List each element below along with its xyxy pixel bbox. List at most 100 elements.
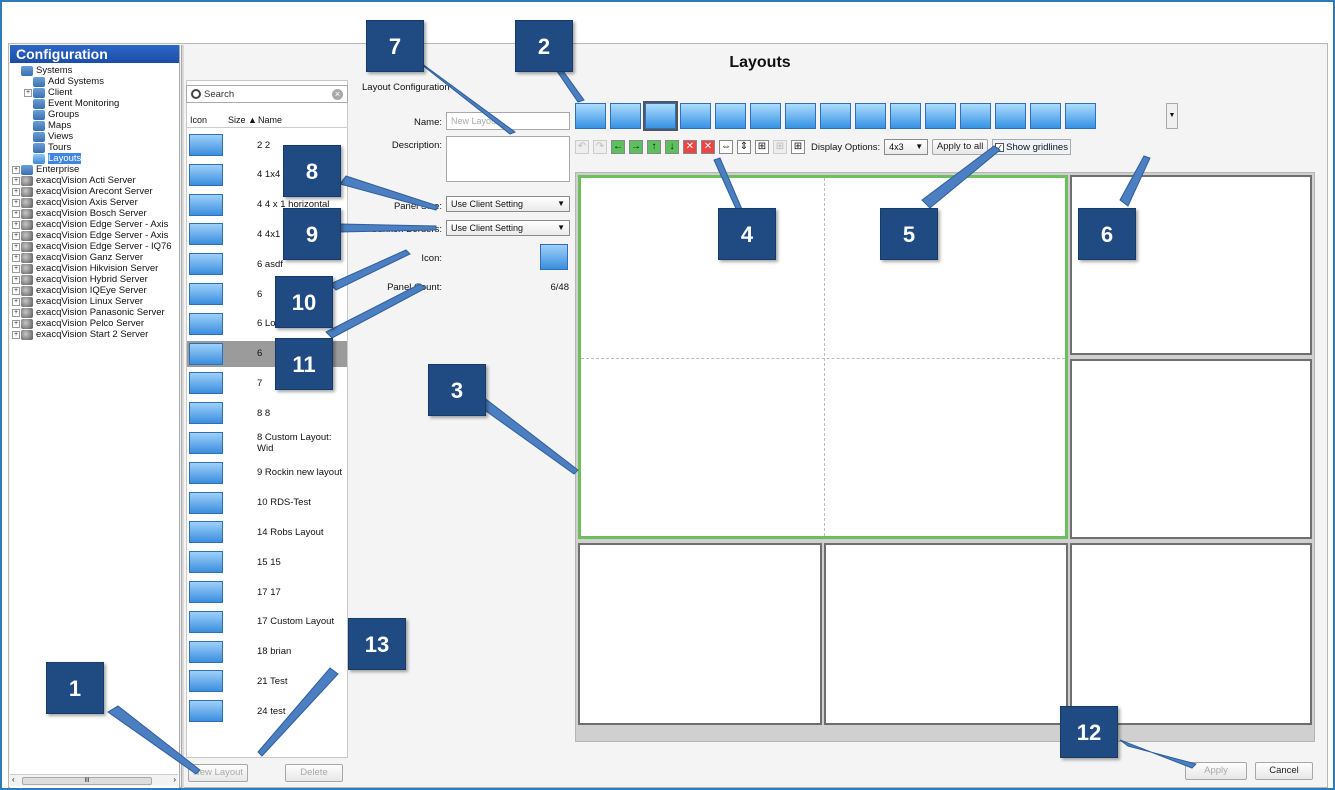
expand-icon[interactable]: + (12, 330, 20, 339)
layout-template-icon[interactable] (785, 103, 816, 129)
sidebar-item[interactable]: + exacqVision Pelco Server (10, 318, 179, 329)
sunken-borders-select[interactable]: Use Client Setting ▼ (446, 220, 570, 236)
layout-template-icon[interactable] (925, 103, 956, 129)
apply-to-all-button[interactable]: Apply to all (932, 139, 989, 155)
extend-left-icon[interactable]: ← (611, 140, 625, 154)
description-field[interactable] (446, 136, 570, 182)
expand-icon[interactable]: + (12, 242, 20, 251)
expand-icon[interactable]: + (12, 198, 20, 207)
clear-search-icon[interactable]: × (332, 89, 343, 100)
split-vertical-icon[interactable]: ⇕ (737, 140, 751, 154)
apply-button[interactable]: Apply (1185, 762, 1247, 780)
sidebar-item[interactable]: Maps (10, 120, 179, 131)
layout-template-icon[interactable] (1065, 103, 1096, 129)
layout-template-icon[interactable] (610, 103, 641, 129)
layout-template-icon[interactable] (575, 103, 606, 129)
delete-all-icon[interactable]: ✕ (701, 140, 715, 154)
sidebar-item[interactable]: Systems (10, 65, 179, 76)
expand-icon[interactable]: + (24, 88, 32, 97)
extend-up-icon[interactable]: ↑ (647, 140, 661, 154)
expand-icon[interactable]: + (12, 231, 20, 240)
panel-splitter[interactable] (181, 45, 184, 788)
split-grid-icon[interactable]: ⊞ (755, 140, 769, 154)
layout-panel[interactable] (578, 543, 822, 725)
sidebar-item[interactable]: + Client (10, 87, 179, 98)
layout-list-row[interactable]: 15 15 (187, 549, 347, 575)
column-size[interactable]: Size (228, 115, 246, 125)
layout-list-row[interactable]: 8 Custom Layout: Wid (187, 430, 347, 456)
layout-panel-large[interactable] (578, 175, 1068, 539)
sidebar-item[interactable]: + exacqVision IQEye Server (10, 285, 179, 296)
expand-icon[interactable]: + (12, 187, 20, 196)
layout-list-row[interactable]: 17 Custom Layout (187, 609, 347, 635)
sidebar-item[interactable]: + Enterprise (10, 164, 179, 175)
expand-icon[interactable]: + (12, 209, 20, 218)
extend-right-icon[interactable]: → (629, 140, 643, 154)
sidebar-item[interactable]: Views (10, 131, 179, 142)
sidebar-item[interactable]: + exacqVision Start 2 Server (10, 329, 179, 340)
layout-template-icon[interactable] (643, 101, 678, 131)
layout-list-row[interactable]: 14 Robs Layout (187, 519, 347, 545)
expand-icon[interactable]: + (12, 165, 20, 174)
layout-template-icon[interactable] (1030, 103, 1061, 129)
expand-icon[interactable]: + (12, 319, 20, 328)
expand-icon[interactable]: + (12, 308, 20, 317)
expand-icon[interactable]: + (12, 253, 20, 262)
sidebar-item[interactable]: Layouts (10, 153, 179, 164)
new-layout-button[interactable]: New Layout (188, 764, 248, 782)
name-field[interactable]: New Layout (446, 112, 570, 130)
sidebar-item[interactable]: + exacqVision Edge Server - Axis (10, 219, 179, 230)
sidebar-item[interactable]: Groups (10, 109, 179, 120)
extend-down-icon[interactable]: ↓ (665, 140, 679, 154)
panel-size-select[interactable]: Use Client Setting ▼ (446, 196, 570, 212)
show-gridlines-toggle[interactable]: ✓ Show gridlines (992, 139, 1071, 155)
sidebar-item[interactable]: + exacqVision Hikvision Server (10, 263, 179, 274)
sidebar-item[interactable]: + exacqVision Edge Server - Axis (10, 230, 179, 241)
sidebar-item[interactable]: + exacqVision Axis Server (10, 197, 179, 208)
layout-template-icon[interactable] (995, 103, 1026, 129)
search-input[interactable]: Search (204, 89, 234, 100)
layout-list-row[interactable]: 18 brian (187, 639, 347, 665)
expand-icon[interactable]: + (12, 220, 20, 229)
layout-list-row[interactable]: 24 test (187, 698, 347, 724)
sidebar-item[interactable]: + exacqVision Ganz Server (10, 252, 179, 263)
sidebar-horizontal-scrollbar[interactable]: ‹ III › (10, 774, 178, 786)
expand-icon[interactable]: + (12, 275, 20, 284)
layout-panel[interactable] (824, 543, 1068, 725)
sidebar-item[interactable]: + exacqVision Edge Server - IQ76 (10, 241, 179, 252)
redo-icon[interactable]: ↷ (593, 140, 607, 154)
layout-template-icon[interactable] (855, 103, 886, 129)
layout-list-row[interactable]: 8 8 (187, 400, 347, 426)
layout-template-icon[interactable] (890, 103, 921, 129)
delete-button[interactable]: Delete (285, 764, 343, 782)
grid-icon[interactable]: ⊞ (791, 140, 805, 154)
sidebar-item[interactable]: + exacqVision Arecont Server (10, 186, 179, 197)
layout-template-icon[interactable] (680, 103, 711, 129)
search-box[interactable]: Search × (186, 85, 348, 103)
layout-list-row[interactable]: 21 Test (187, 668, 347, 694)
sidebar-item[interactable]: + exacqVision Hybrid Server (10, 274, 179, 285)
expand-icon[interactable]: + (12, 176, 20, 185)
merge-icon[interactable]: ⊞ (773, 140, 787, 154)
layout-template-icon[interactable] (750, 103, 781, 129)
cancel-button[interactable]: Cancel (1255, 762, 1313, 780)
expand-icon[interactable]: + (12, 264, 20, 273)
checkbox-icon[interactable]: ✓ (995, 142, 1005, 152)
column-name[interactable]: Name (258, 115, 282, 125)
delete-panel-icon[interactable]: ✕ (683, 140, 697, 154)
layout-template-icon[interactable] (960, 103, 991, 129)
sidebar-item[interactable]: Add Systems (10, 76, 179, 87)
scrollbar-thumb[interactable]: III (22, 777, 152, 785)
layout-list-row[interactable]: 17 17 (187, 579, 347, 605)
layout-panel[interactable] (1070, 175, 1312, 355)
layout-list-row[interactable]: 10 RDS-Test (187, 490, 347, 516)
layout-list-row[interactable]: 9 Rockin new layout (187, 460, 347, 486)
more-templates-dropdown[interactable]: ▼ (1166, 103, 1178, 129)
sidebar-item[interactable]: + exacqVision Bosch Server (10, 208, 179, 219)
column-icon[interactable]: Icon (190, 115, 207, 125)
sidebar-item[interactable]: + exacqVision Acti Server (10, 175, 179, 186)
sidebar-item[interactable]: + exacqVision Linux Server (10, 296, 179, 307)
scroll-right-icon[interactable]: › (173, 775, 176, 784)
sidebar-item[interactable]: Tours (10, 142, 179, 153)
layout-panel[interactable] (1070, 543, 1312, 725)
